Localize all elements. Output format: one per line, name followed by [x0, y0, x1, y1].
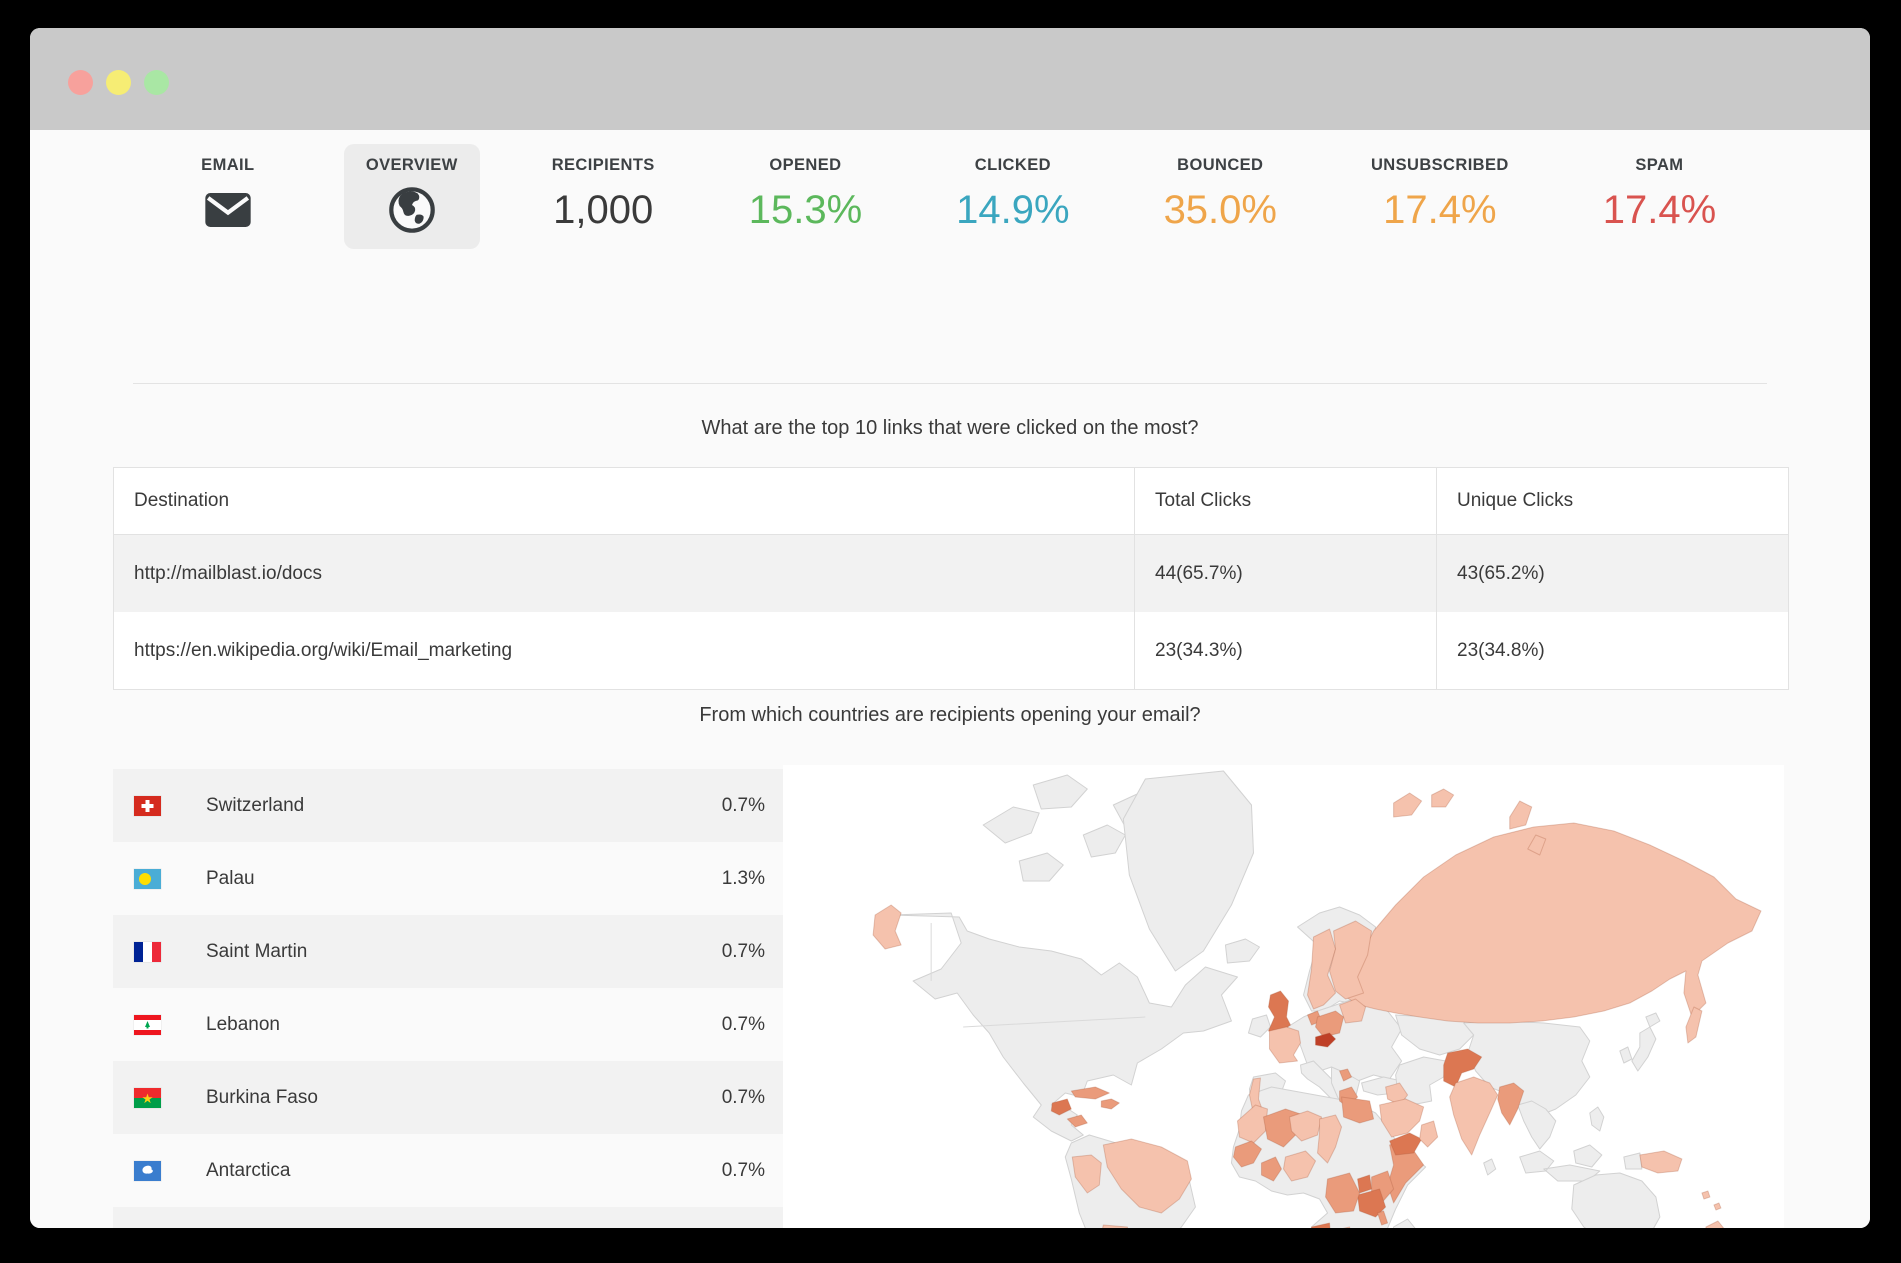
map-region-myanmar: [1497, 1082, 1525, 1126]
bounced-rate: 35.0%: [1163, 188, 1277, 232]
map-region-fiji: [1701, 1190, 1722, 1211]
map-region-united-kingdom: [1267, 990, 1292, 1034]
close-window-icon[interactable]: [68, 70, 93, 95]
country-name: Switzerland: [206, 794, 305, 816]
map-region-southeast-asia: [1517, 1100, 1605, 1182]
country-name: Lebanon: [206, 1013, 280, 1035]
map-region-greenland: [1122, 770, 1254, 972]
opened-rate: 15.3%: [748, 188, 863, 232]
map-region-russia: [1345, 822, 1762, 1024]
burkina-faso-flag-icon: [134, 1087, 161, 1108]
countries-question: From which countries are recipients open…: [699, 704, 1201, 726]
countries-list: Switzerland 0.7% Palau 1.3% Saint Martin…: [113, 769, 793, 1228]
stat-opened: OPENED 15.3%: [727, 144, 884, 249]
map-region-madagascar: [1392, 1218, 1416, 1228]
tab-email[interactable]: EMAIL: [162, 144, 294, 249]
overview-tab-label: OVERVIEW: [365, 156, 458, 174]
col-destination: Destination: [114, 468, 1135, 534]
list-item[interactable]: Switzerland 0.7%: [113, 769, 793, 842]
app-window: EMAIL OVERVIEW RECIPIENTS 1,000 OPENED 1…: [30, 28, 1870, 1228]
country-percent: 0.7%: [721, 1159, 765, 1181]
map-region-west-papua: [1623, 1152, 1643, 1170]
saint-martin-flag-icon: [134, 941, 161, 962]
country-percent: 0.7%: [721, 794, 765, 816]
lebanon-flag-icon: [134, 1014, 161, 1035]
envelope-icon: [184, 187, 272, 233]
country-name: Burkina Faso: [206, 1086, 318, 1108]
stat-label: CLICKED: [974, 156, 1051, 174]
stat-clicked: CLICKED 14.9%: [934, 144, 1091, 249]
map-region-france: [1268, 1026, 1302, 1064]
country-percent: 1.3%: [721, 867, 765, 889]
link-unique-clicks: 23(34.8%): [1457, 639, 1545, 661]
report-content: EMAIL OVERVIEW RECIPIENTS 1,000 OPENED 1…: [30, 130, 1870, 1228]
stat-unsubscribed: UNSUBSCRIBED 17.4%: [1349, 144, 1531, 249]
stat-label: UNSUBSCRIBED: [1370, 156, 1509, 174]
map-region-ireland: [1247, 1014, 1271, 1038]
map-region-sakhalin: [1685, 1006, 1703, 1044]
list-item[interactable]: Lebanon 0.7%: [113, 988, 793, 1061]
list-item[interactable]: Palau 1.3%: [113, 842, 793, 915]
top-links-table: Destination Total Clicks Unique Clicks h…: [113, 467, 1789, 690]
map-region-western-alaska: [872, 904, 902, 950]
spam-rate: 17.4%: [1602, 188, 1717, 232]
country-name: Saint Martin: [206, 940, 308, 962]
stat-spam: SPAM 17.4%: [1581, 144, 1738, 249]
links-question: What are the top 10 links that were clic…: [701, 417, 1199, 439]
list-item[interactable]: Åland Islands 0.7%: [113, 1207, 793, 1228]
country-percent: 0.7%: [721, 1013, 765, 1035]
list-item[interactable]: Saint Martin 0.7%: [113, 915, 793, 988]
maximize-window-icon[interactable]: [144, 70, 169, 95]
map-region-hispaniola: [1100, 1098, 1120, 1110]
recipients-count: 1,000: [553, 188, 654, 232]
stat-label: OPENED: [769, 156, 842, 174]
section-divider: [133, 383, 1767, 384]
globe-icon: [366, 187, 458, 233]
table-row[interactable]: https://en.wikipedia.org/wiki/Email_mark…: [114, 612, 1788, 689]
country-name: Antarctica: [206, 1159, 291, 1181]
list-item[interactable]: Antarctica 0.7%: [113, 1134, 793, 1207]
map-region-india: [1449, 1076, 1499, 1156]
stat-bounced: BOUNCED 35.0%: [1142, 144, 1299, 249]
link-destination: https://en.wikipedia.org/wiki/Email_mark…: [114, 612, 1135, 689]
link-total-clicks: 23(34.3%): [1135, 612, 1437, 689]
switzerland-flag-icon: [134, 795, 161, 816]
stat-label: RECIPIENTS: [551, 156, 655, 174]
country-percent: 0.7%: [721, 1086, 765, 1108]
unsubscribed-rate: 17.4%: [1383, 188, 1497, 232]
antarctica-flag-icon: [134, 1160, 161, 1181]
map-region-new-zealand: [1705, 1220, 1725, 1228]
map-region-oman: [1419, 1120, 1439, 1148]
col-total-clicks: Total Clicks: [1135, 468, 1437, 534]
link-total-clicks: 44(65.7%): [1135, 535, 1437, 612]
map-region-papua-new-guinea: [1639, 1150, 1683, 1174]
stat-label: SPAM: [1635, 156, 1684, 174]
country-percent: 0.7%: [721, 940, 765, 962]
list-item[interactable]: Burkina Faso 0.7%: [113, 1061, 793, 1134]
map-region-iceland: [1224, 938, 1260, 964]
map-region-svalbard: [1393, 788, 1455, 818]
map-region-japan-korea: [1619, 1012, 1661, 1072]
window-titlebar[interactable]: [30, 28, 1870, 130]
link-unique-clicks: 43(65.2%): [1457, 562, 1545, 584]
country-name: Palau: [206, 867, 255, 889]
link-destination: http://mailblast.io/docs: [114, 535, 1135, 612]
email-tab-label: EMAIL: [201, 156, 255, 174]
palau-flag-icon: [134, 868, 161, 889]
table-row[interactable]: http://mailblast.io/docs 44(65.7%) 43(65…: [114, 535, 1788, 612]
clicked-rate: 14.9%: [956, 188, 1070, 232]
tab-overview[interactable]: OVERVIEW: [343, 144, 480, 249]
stat-label: BOUNCED: [1177, 156, 1264, 174]
stats-bar: EMAIL OVERVIEW RECIPIENTS 1,000 OPENED 1…: [30, 144, 1870, 249]
map-region-australia: [1571, 1172, 1661, 1228]
col-unique-clicks: Unique Clicks: [1457, 490, 1574, 511]
world-choropleth-map[interactable]: [783, 765, 1784, 1228]
map-region-sri-lanka: [1483, 1158, 1497, 1176]
minimize-window-icon[interactable]: [106, 70, 131, 95]
stat-recipients: RECIPIENTS 1,000: [530, 144, 677, 249]
table-header-row: Destination Total Clicks Unique Clicks: [114, 468, 1788, 535]
